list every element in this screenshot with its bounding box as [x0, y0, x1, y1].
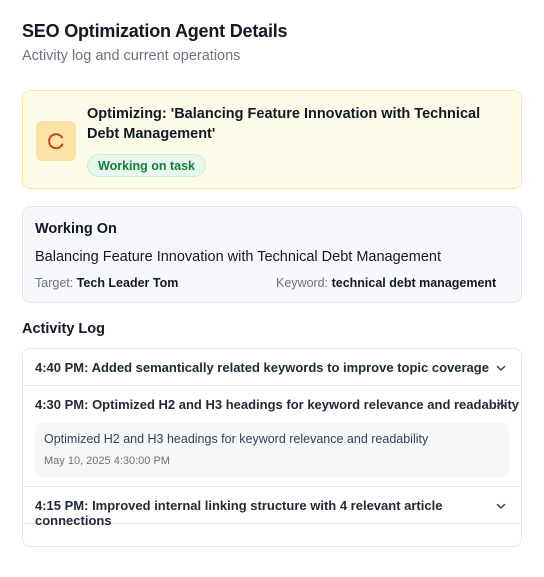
log-detail-timestamp: May 10, 2025 4:30:00 PM: [44, 455, 170, 467]
page-title: SEO Optimization Agent Details: [22, 21, 288, 41]
log-entry-detail: Optimized H2 and H3 headings for keyword…: [35, 423, 509, 477]
target-value: Tech Leader Tom: [76, 276, 179, 290]
target-meta: Target: Tech Leader Tom: [35, 276, 178, 290]
agent-details-page: SEO Optimization Agent Details Activity …: [0, 0, 544, 577]
chevron-down-icon: [496, 365, 506, 371]
log-entry-2[interactable]: 4:30 PM: Optimized H2 and H3 headings fo…: [23, 386, 521, 423]
chevron-up-icon: [496, 402, 506, 408]
keyword-label: Keyword:: [276, 276, 329, 290]
log-entry-1[interactable]: 4:40 PM: Added semantically related keyw…: [23, 349, 521, 386]
article-title: Balancing Feature Innovation with Techni…: [35, 249, 441, 265]
keyword-meta: Keyword: technical debt management: [276, 276, 496, 290]
log-entry-label: 4:15 PM: Improved internal linking struc…: [35, 498, 443, 528]
log-entry-3[interactable]: 4:15 PM: Improved internal linking struc…: [23, 487, 521, 528]
status-card: Optimizing: 'Balancing Feature Innovatio…: [22, 90, 522, 189]
keyword-value: technical debt management: [331, 276, 497, 290]
activity-log-list: 4:40 PM: Added semantically related keyw…: [22, 348, 522, 547]
chevron-down-icon: [496, 503, 506, 509]
working-on-heading: Working On: [35, 221, 117, 237]
working-on-card: Working On Balancing Feature Innovation …: [22, 206, 522, 303]
log-entry-label: 4:30 PM: Optimized H2 and H3 headings fo…: [35, 397, 520, 412]
target-label: Target:: [35, 276, 74, 290]
loading-spinner-icon: [36, 121, 76, 161]
log-detail-text: Optimized H2 and H3 headings for keyword…: [44, 432, 429, 446]
activity-log-heading: Activity Log: [22, 321, 105, 337]
page-subtitle: Activity log and current operations: [22, 48, 241, 64]
status-badge: Working on task: [87, 154, 207, 177]
log-entry-label: 4:40 PM: Added semantically related keyw…: [35, 360, 489, 375]
status-text: Optimizing: 'Balancing Feature Innovatio…: [87, 106, 481, 142]
